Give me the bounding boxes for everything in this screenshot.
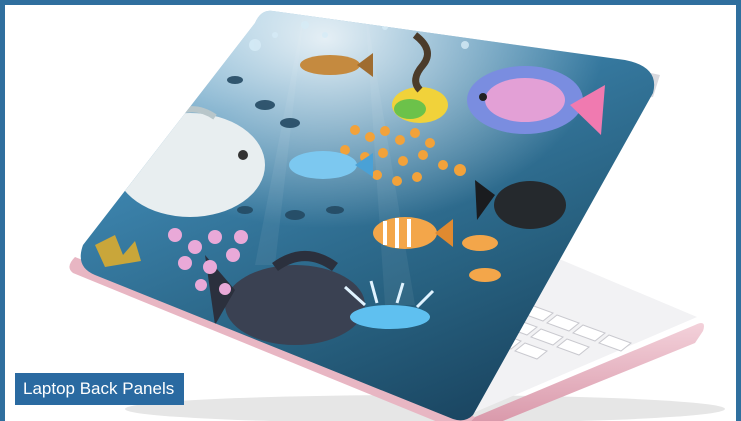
image-frame: Laptop Back Panels [0,0,741,421]
laptop-image [69,10,725,421]
caption-label: Laptop Back Panels [15,373,185,405]
white-fish [80,106,265,217]
